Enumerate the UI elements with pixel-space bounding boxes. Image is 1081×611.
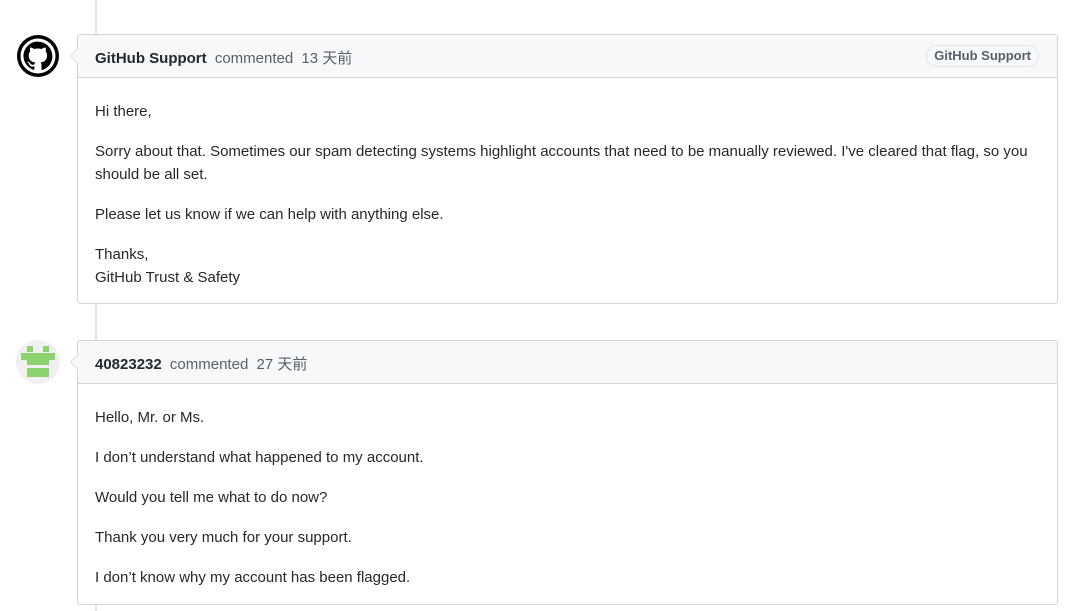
comment-timestamp[interactable]: 13 天前 [301,50,352,67]
comment-author[interactable]: 40823232 [95,356,162,373]
comment-header: GitHub Support commented 13 天前 GitHub Su… [78,35,1057,78]
comment-timestamp[interactable]: 27 天前 [256,356,307,373]
author-badge: GitHub Support [926,45,1039,67]
comment-paragraph: Please let us know if we can help with a… [95,206,444,223]
comment-header: 40823232 commented 27 天前 [78,341,1057,384]
comment-author[interactable]: GitHub Support [95,50,207,67]
avatar[interactable] [16,340,60,384]
comment-signoff: Thanks, GitHub Trust & Safety [95,243,1040,289]
comment-verb: commented [165,356,249,373]
comment-paragraph: I don’t understand what happened to my a… [95,449,424,466]
comment-box: GitHub Support commented 13 天前 GitHub Su… [70,34,1058,304]
comment-body: Hi there, Sorry about that. Sometimes ou… [78,78,1057,289]
avatar[interactable] [16,34,60,78]
comment-verb: commented [210,50,294,67]
identicon-avatar [16,340,60,384]
comment-paragraph: Would you tell me what to do now? [95,489,328,506]
comment-paragraph: Thank you very much for your support. [95,529,352,546]
comment-paragraph: Sorry about that. Sometimes our spam det… [95,143,1028,183]
github-octocat-icon [17,35,59,77]
comment-paragraph: Hello, Mr. or Ms. [95,409,205,426]
comment-box: 40823232 commented 27 天前 Hello, Mr. or M… [70,340,1058,605]
comment-paragraph: I don’t know why my account has been fla… [95,569,411,586]
comment-paragraph: Hi there, [95,103,152,120]
signoff-line: Thanks, [95,246,149,263]
comment-body: Hello, Mr. or Ms. I don’t understand wha… [78,384,1057,589]
signoff-line: GitHub Trust & Safety [95,269,241,286]
